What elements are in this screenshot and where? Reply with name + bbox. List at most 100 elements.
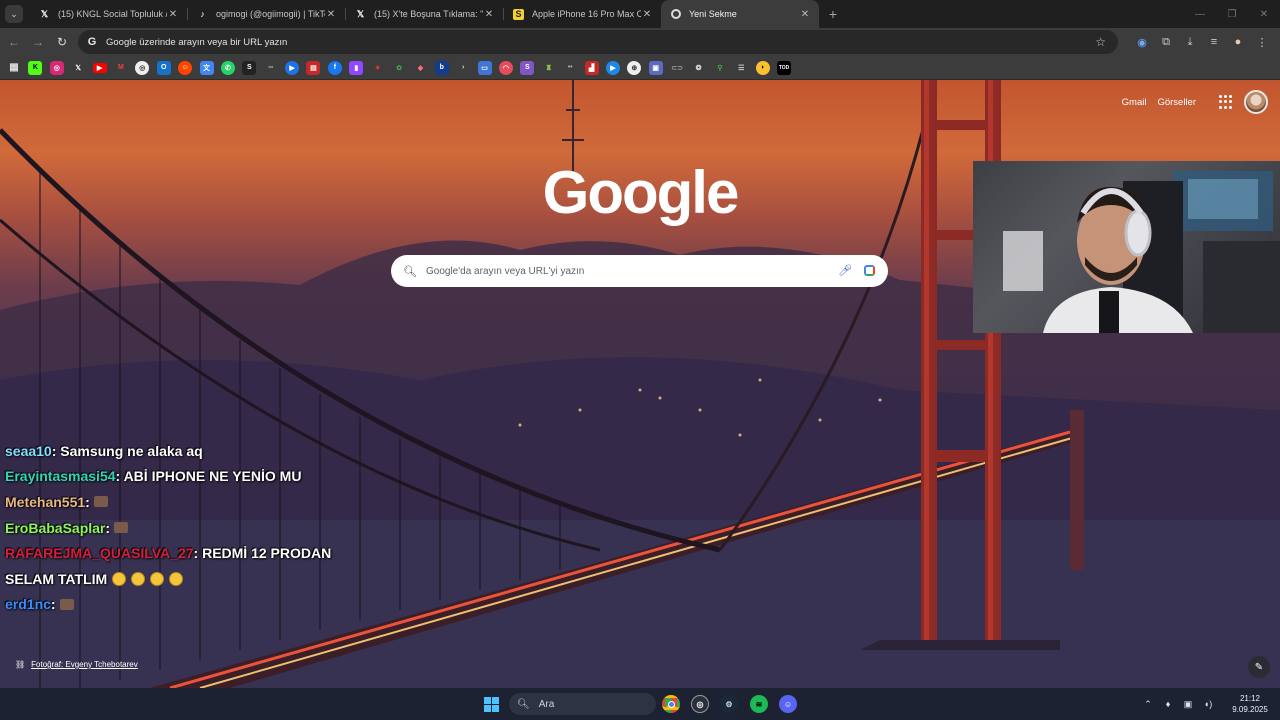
close-icon[interactable]: ✕ xyxy=(799,9,811,20)
news-icon[interactable]: ▤ xyxy=(306,60,321,75)
s-bookmark-icon[interactable]: S xyxy=(520,60,535,75)
translate-icon[interactable]: 文 xyxy=(199,60,214,75)
b-icon[interactable]: b xyxy=(434,60,449,75)
tab-4[interactable]: Yeni Sekme ✕ xyxy=(661,0,819,28)
app-taskbar-icon[interactable]: ◎ xyxy=(691,695,709,713)
play-icon[interactable]: ▶ xyxy=(605,60,620,75)
tab-3[interactable]: S Apple iPhone 16 Pro Max Cep T ✕ xyxy=(503,0,661,28)
chat-message: SELAM TATLIM xyxy=(5,566,425,592)
instagram-icon[interactable]: ◎ xyxy=(49,60,64,75)
reading-list-icon[interactable]: ≡ xyxy=(1202,30,1226,54)
globe-icon[interactable]: ⊕ xyxy=(627,60,642,75)
chrome-icon xyxy=(671,9,681,19)
chrome-taskbar-icon[interactable] xyxy=(662,695,680,713)
x-bookmark-icon[interactable]: 𝕏 xyxy=(71,61,85,75)
tab-search-button[interactable]: ⌄ xyxy=(5,5,23,23)
doc-icon[interactable]: ▭ xyxy=(477,60,492,75)
apps-grid-icon[interactable]: ▦ xyxy=(7,61,21,75)
photo-credit-text: Fotoğraf: Evgeny Tchebotarev xyxy=(31,660,138,669)
star-icon[interactable]: ☆ xyxy=(1095,35,1106,49)
tod-icon[interactable]: TOD xyxy=(777,60,792,75)
link-icon: ⛓ xyxy=(15,660,26,669)
forward-icon[interactable]: → xyxy=(26,30,50,54)
tab-2[interactable]: 𝕏 (15) X'te Boşuna Tıklama: "iPho ✕ xyxy=(345,0,503,28)
toolbar-actions: ◉ ⧉ ⤓ ≡ ● ⋮ xyxy=(1130,28,1274,56)
search-input[interactable] xyxy=(426,265,826,277)
steam-bookmark-icon[interactable]: S xyxy=(242,60,257,75)
discord-taskbar-icon[interactable]: ☺ xyxy=(779,695,797,713)
dots-icon[interactable]: •• xyxy=(563,61,577,75)
back-icon[interactable]: ← xyxy=(2,30,26,54)
youtube-icon[interactable]: ▶ xyxy=(92,62,107,73)
whatsapp-icon[interactable]: ✆ xyxy=(220,60,235,75)
webcam-image xyxy=(1003,171,1280,333)
tab-0[interactable]: 𝕏 (15) KNGL Social Topluluk / X ✕ xyxy=(29,0,187,28)
volume-icon[interactable]: ◖) xyxy=(1198,699,1218,709)
taskbar-search[interactable]: 🔍︎ Ara xyxy=(509,693,656,715)
bug-icon[interactable]: ✶ xyxy=(371,61,385,75)
arrow-icon[interactable]: › xyxy=(456,61,470,75)
prime-icon[interactable]: ▶ xyxy=(285,60,300,75)
customize-pencil-icon[interactable]: ✎ xyxy=(1248,656,1270,678)
chat-message: Erayintasmasi54 : ABİ IPHONE NE YENİO MU xyxy=(5,464,425,490)
twitch-icon[interactable]: ▮ xyxy=(349,60,364,75)
profile-ext-icon[interactable]: ◉ xyxy=(1130,30,1154,54)
chart-icon[interactable]: ▟ xyxy=(584,60,599,75)
download-icon[interactable]: ⤓ xyxy=(1178,30,1202,54)
google-apps-icon[interactable] xyxy=(1219,95,1233,109)
hiker-icon[interactable]: ⚲ xyxy=(713,61,727,75)
bookmarks-bar: ▦ K ◎ 𝕏 ▶ M ◎ O ☺ 文 ✆ S ∞ ▶ ▤ f ▮ ✶ ✿ ◆ … xyxy=(0,56,1280,80)
chain-icon[interactable]: ⊂⊃ xyxy=(670,61,684,75)
openai-icon[interactable]: ❂ xyxy=(692,61,706,75)
kick-icon[interactable]: K xyxy=(28,60,43,75)
reddit-icon[interactable]: ☺ xyxy=(178,60,193,75)
shoe-icon[interactable]: ◆ xyxy=(413,61,427,75)
network-icon[interactable]: ▣ xyxy=(1178,699,1198,710)
chat-text: : xyxy=(105,519,111,536)
figure-icon[interactable]: ♜ xyxy=(542,61,556,75)
chevron-up-icon[interactable]: ⌃ xyxy=(1138,699,1158,710)
address-bar[interactable]: G Google üzerinde arayın veya bir URL ya… xyxy=(78,30,1118,54)
chrome-bookmark-icon[interactable]: ◎ xyxy=(135,60,150,75)
steam-taskbar-icon[interactable]: ⚙ xyxy=(720,695,738,713)
brain-icon[interactable]: ◠ xyxy=(498,60,513,75)
maximize-icon[interactable]: ❐ xyxy=(1216,0,1248,28)
microphone-icon[interactable]: 🎤︎ xyxy=(838,264,852,277)
google-lens-icon[interactable] xyxy=(864,265,875,276)
microphone-tray-icon[interactable]: ♦ xyxy=(1158,699,1178,709)
windows-start-icon[interactable] xyxy=(484,697,499,712)
close-icon[interactable]: ✕ xyxy=(325,9,337,20)
chat-message: EroBabaSaplar : xyxy=(5,515,425,541)
photo-credit[interactable]: ⛓ Fotoğraf: Evgeny Tchebotarev xyxy=(15,660,138,669)
tab-1[interactable]: ♪ ogimogi (@ogiimogii) | TikTok ✕ xyxy=(187,0,345,28)
facebook-icon[interactable]: f xyxy=(327,60,342,75)
clock[interactable]: 21:12 9.09.2025 xyxy=(1220,693,1280,715)
close-window-icon[interactable]: ✕ xyxy=(1248,0,1280,28)
pacman-icon[interactable]: ◗ xyxy=(755,60,770,75)
gmail-link[interactable]: Gmail xyxy=(1122,97,1147,108)
close-icon[interactable]: ✕ xyxy=(483,9,495,20)
minimize-icon[interactable]: — xyxy=(1184,0,1216,28)
close-icon[interactable]: ✕ xyxy=(167,9,179,20)
new-tab-button[interactable]: + xyxy=(821,2,845,26)
link-icon[interactable]: ∞ xyxy=(264,61,278,75)
extensions-icon[interactable]: ⧉ xyxy=(1154,30,1178,54)
avatar[interactable] xyxy=(1244,90,1268,114)
chat-username: RAFAREJMA_QUASILVA_27 xyxy=(5,545,194,562)
leaf-icon[interactable]: ✿ xyxy=(392,61,406,75)
outlook-icon[interactable]: O xyxy=(156,60,171,75)
chat-username: seaa10 xyxy=(5,442,52,459)
chat-username: Metehan551 xyxy=(5,493,86,510)
gmail-icon[interactable]: M xyxy=(114,61,128,75)
spotify-taskbar-icon[interactable]: ≋ xyxy=(750,695,768,713)
stream-chat-overlay: seaa10 : Samsung ne alaka aq Erayintasma… xyxy=(5,438,425,617)
stack-icon[interactable]: ☰ xyxy=(734,61,748,75)
menu-icon[interactable]: ⋮ xyxy=(1250,30,1274,54)
reload-icon[interactable]: ↻ xyxy=(50,30,74,54)
close-icon[interactable]: ✕ xyxy=(641,9,653,20)
search-box[interactable]: 🔍︎ 🎤︎ xyxy=(391,255,888,287)
images-link[interactable]: Görseller xyxy=(1157,97,1196,108)
monitor-icon[interactable]: ▣ xyxy=(648,60,663,75)
chat-text: : Samsung ne alaka aq xyxy=(51,442,203,459)
profile-avatar-icon[interactable]: ● xyxy=(1226,30,1250,54)
